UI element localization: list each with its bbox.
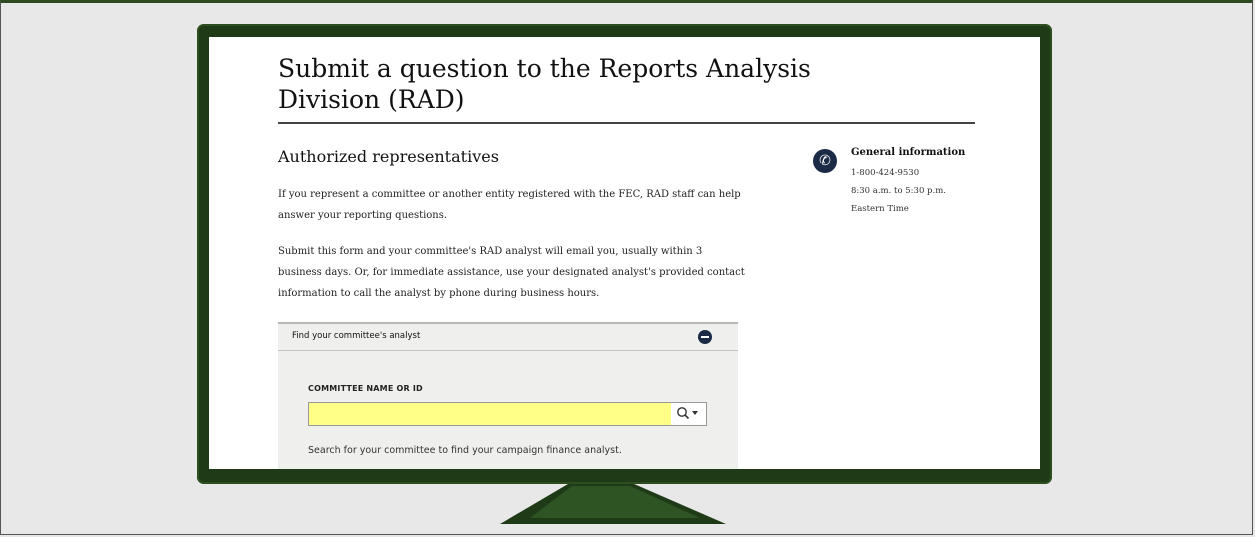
collapse-icon[interactable]: [698, 330, 712, 344]
search-button[interactable]: [671, 403, 706, 425]
info-phone-number[interactable]: 1-800-424-9530: [851, 168, 919, 178]
intro-paragraph: If you represent a committee or another …: [278, 189, 741, 221]
monitor-screen: Submit a question to the Reports Analysi…: [209, 37, 1040, 469]
panel-header-label: Find your committee's analyst: [292, 331, 421, 341]
committee-search-input[interactable]: [309, 403, 671, 425]
page-title: Submit a question to the Reports Analysi…: [278, 54, 811, 114]
committee-field-label: COMMITTEE NAME OR ID: [308, 384, 423, 393]
helper-text: Search for your committee to find your c…: [308, 445, 622, 456]
info-title: General information: [851, 147, 966, 158]
phone-icon: ✆: [813, 149, 837, 173]
title-divider: [278, 122, 975, 124]
analyst-finder-panel: Find your committee's analyst COMMITTEE …: [278, 322, 738, 469]
committee-search: [308, 402, 707, 426]
info-hours: 8:30 a.m. to 5:30 p.m.: [851, 186, 946, 196]
panel-header[interactable]: Find your committee's analyst: [278, 324, 738, 351]
section-heading: Authorized representatives: [278, 147, 499, 166]
search-icon: [676, 406, 698, 419]
instructions-paragraph: Submit this form and your committee's RA…: [278, 246, 745, 299]
info-timezone: Eastern Time: [851, 204, 909, 214]
